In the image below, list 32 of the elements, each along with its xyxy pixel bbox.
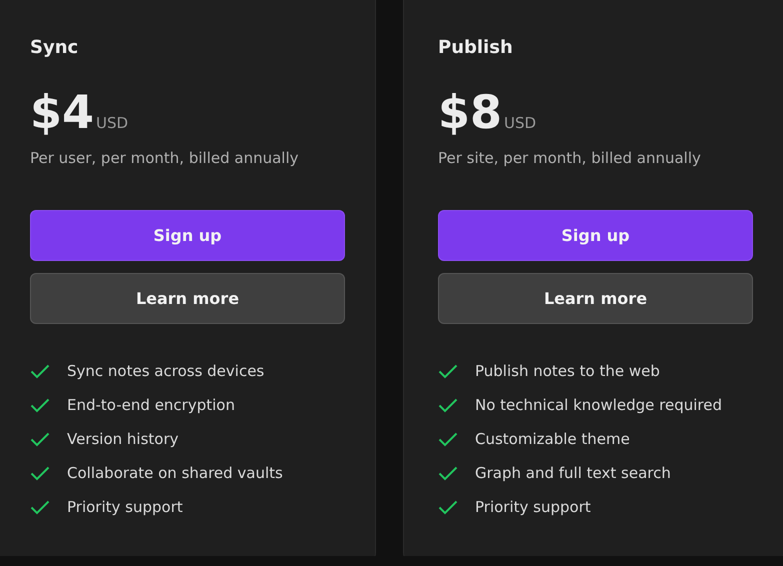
feature-text: No technical knowledge required bbox=[475, 396, 722, 414]
feature-text: Publish notes to the web bbox=[475, 362, 660, 380]
learn-more-button[interactable]: Learn more bbox=[30, 273, 345, 324]
checkmark-icon bbox=[438, 466, 458, 480]
learn-more-button[interactable]: Learn more bbox=[438, 273, 753, 324]
billing-note: Per user, per month, billed annually bbox=[30, 149, 300, 167]
checkmark-icon bbox=[30, 466, 50, 480]
checkmark-icon bbox=[30, 364, 50, 378]
plan-price: $8 bbox=[438, 85, 502, 139]
currency-label: USD bbox=[504, 114, 536, 132]
checkmark-icon bbox=[30, 500, 50, 514]
plan-name: Sync bbox=[30, 37, 80, 60]
plan-name: Publish bbox=[438, 37, 514, 60]
feature-text: Priority support bbox=[475, 498, 591, 516]
checkmark-icon bbox=[438, 432, 458, 446]
feature-text: Customizable theme bbox=[475, 430, 630, 448]
feature-text: Graph and full text search bbox=[475, 464, 671, 482]
checkmark-icon bbox=[438, 364, 458, 378]
currency-label: USD bbox=[96, 114, 128, 132]
billing-note: Per site, per month, billed annually bbox=[438, 149, 702, 167]
checkmark-icon bbox=[438, 500, 458, 514]
checkmark-icon bbox=[438, 398, 458, 412]
feature-text: End-to-end encryption bbox=[67, 396, 235, 414]
feature-text: Collaborate on shared vaults bbox=[67, 464, 283, 482]
checkmark-icon bbox=[30, 398, 50, 412]
checkmark-icon bbox=[30, 432, 50, 446]
feature-text: Sync notes across devices bbox=[67, 362, 264, 380]
feature-text: Version history bbox=[67, 430, 179, 448]
feature-text: Priority support bbox=[67, 498, 183, 516]
plan-price: $4 bbox=[30, 85, 94, 139]
sign-up-button[interactable]: Sign up bbox=[30, 210, 345, 261]
sign-up-button[interactable]: Sign up bbox=[438, 210, 753, 261]
